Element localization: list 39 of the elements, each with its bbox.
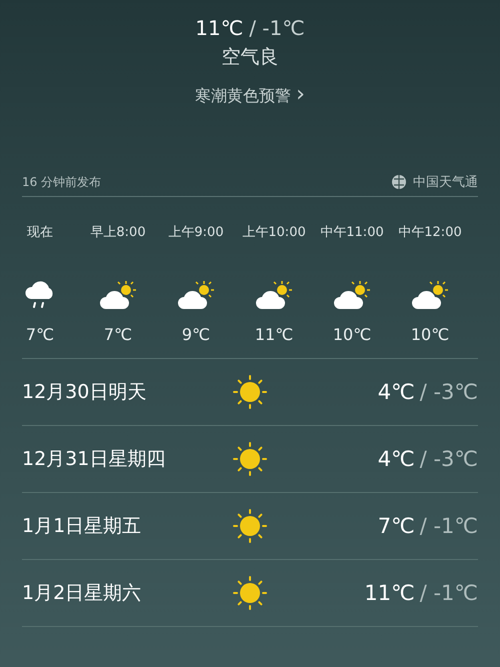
hour-temperature: 11℃ — [254, 325, 294, 344]
hour-temperature: 9℃ — [182, 325, 210, 344]
air-quality: 空气良 — [222, 45, 278, 70]
cloud-sun-icon — [256, 279, 292, 311]
cloud-sun-icon — [334, 279, 370, 311]
sun-icon — [232, 441, 268, 477]
published-time: 16 分钟前发布 — [22, 174, 102, 190]
sun-icon — [232, 508, 268, 544]
day-low-temperature: / -1℃ — [420, 514, 478, 538]
day-high-temperature: 11℃ — [364, 581, 415, 605]
low-temperature: / -1℃ — [249, 16, 305, 40]
hour-label: 上午9:00 — [168, 224, 224, 239]
sun-icon — [232, 374, 268, 410]
day-date: 12月31日星期四 — [22, 447, 166, 472]
cloud-sun-icon — [412, 279, 448, 311]
sun-icon — [232, 575, 268, 611]
day-high-temperature: 7℃ — [378, 514, 415, 538]
day-low-temperature: / -3℃ — [420, 380, 478, 404]
hour-label: 中午11:00 — [320, 224, 384, 239]
hour-temperature: 10℃ — [332, 325, 372, 344]
day-high-temperature: 4℃ — [378, 447, 415, 471]
hour-label: 上午10:00 — [242, 224, 306, 239]
cloud-sun-icon — [100, 279, 136, 311]
day-low-temperature: / -3℃ — [420, 447, 478, 471]
hour-label: 现在 — [27, 224, 53, 239]
provider-name: 中国天气通 — [413, 174, 478, 191]
hour-temperature: 7℃ — [26, 325, 54, 344]
high-temperature: 11℃ — [195, 16, 244, 40]
hour-label: 中午12:00 — [398, 224, 462, 239]
cloud-sun-icon — [178, 279, 214, 311]
day-date: 1月1日星期五 — [22, 514, 142, 539]
day-high-temperature: 4℃ — [378, 380, 415, 404]
hour-label: 早上8:00 — [90, 224, 146, 239]
day-date: 12月30日明天 — [22, 380, 148, 405]
alert-link[interactable]: 寒潮黄色预警 › — [195, 82, 305, 107]
hour-temperature: 7℃ — [104, 325, 132, 344]
day-low-temperature: / -1℃ — [420, 581, 478, 605]
day-date: 1月2日星期六 — [22, 581, 142, 606]
hour-temperature: 10℃ — [410, 325, 450, 344]
